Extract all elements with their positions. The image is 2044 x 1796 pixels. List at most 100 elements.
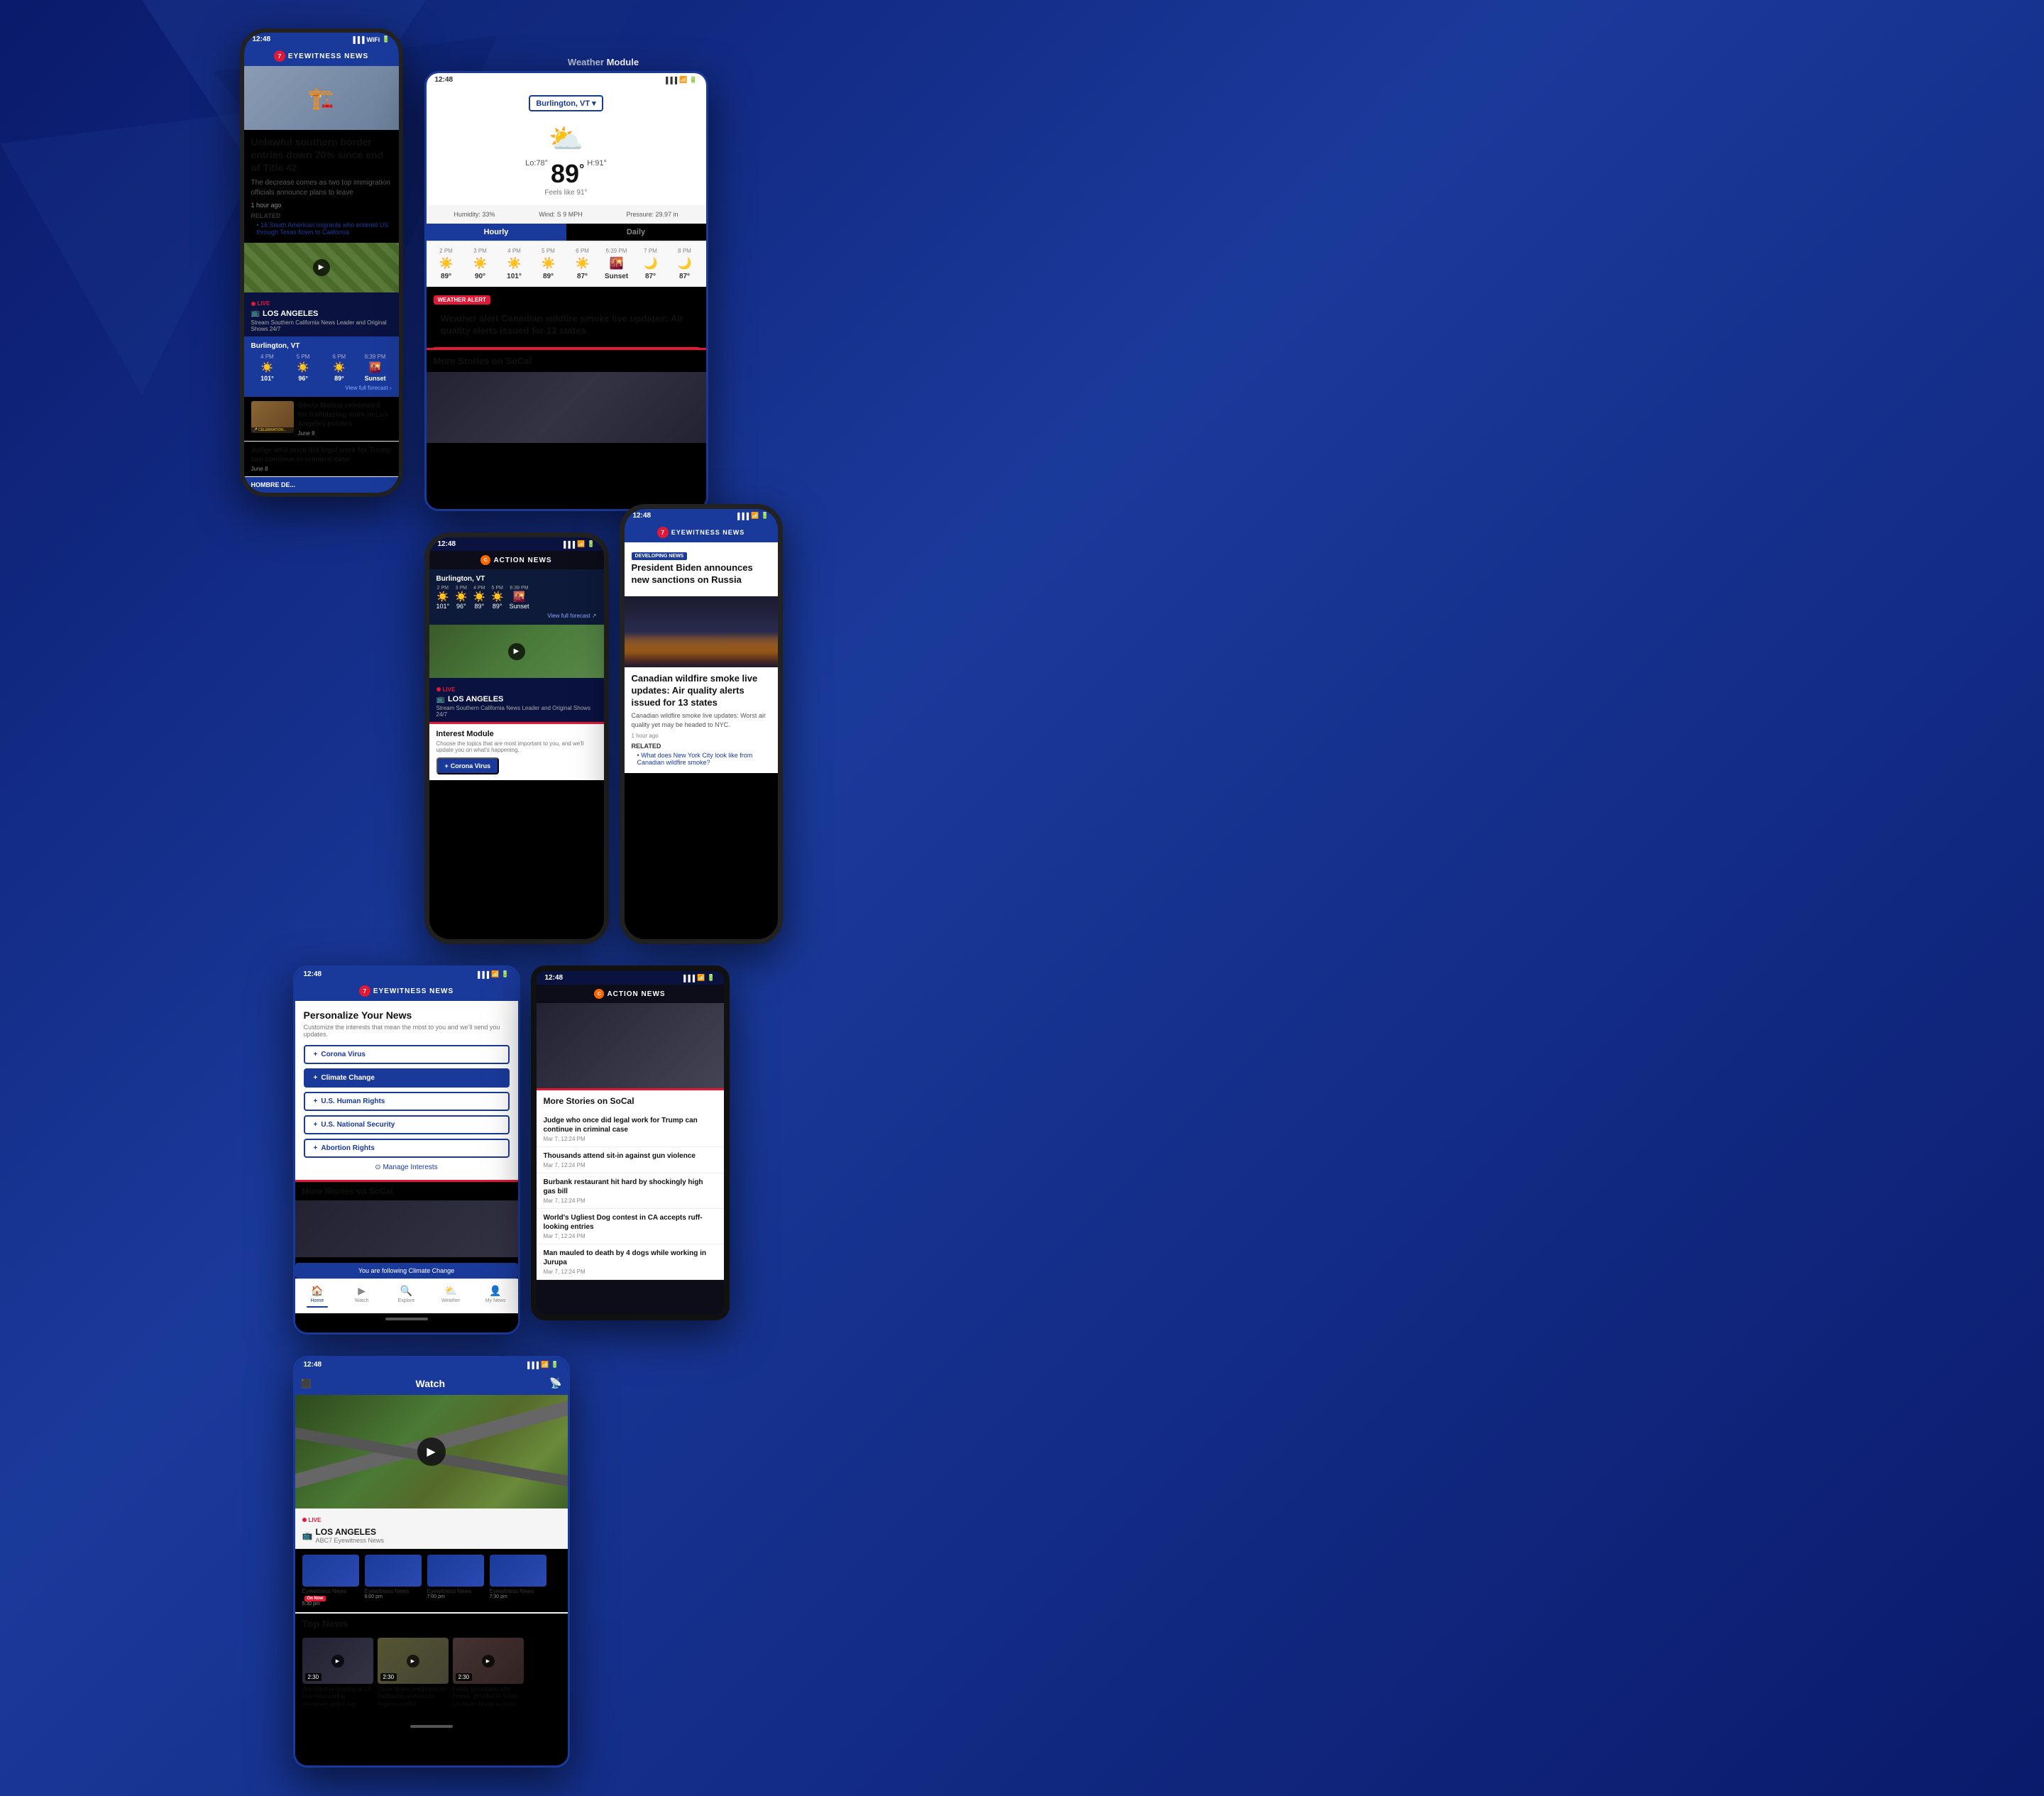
developing-logo: 7 EYEWITNESS NEWS — [657, 527, 745, 538]
la-live-section[interactable]: LIVE 📺 LOS ANGELES Stream Southern Calif… — [244, 292, 399, 336]
action-news-tablet: 12:48 ▐▐▐ 📶 🔋 C ACTION NEWS More Storie — [531, 965, 730, 1320]
personalize-desc: Customize the interests that mean the mo… — [304, 1024, 510, 1038]
play-btn-1[interactable]: ▶ — [331, 1655, 344, 1668]
view-forecast-link[interactable]: View full forecast › — [251, 385, 392, 391]
nav-home[interactable]: 🏠 Home — [295, 1283, 340, 1310]
hombre-banner[interactable]: HOMBRE DE... — [244, 477, 399, 493]
abortion-rights-btn[interactable]: + Abortion Rights — [304, 1139, 510, 1158]
weather-alert-section[interactable]: WEATHER ALERT Weather alert Canadian wil… — [427, 286, 706, 347]
national-security-btn[interactable]: + U.S. National Security — [304, 1115, 510, 1134]
weather-module-label: Weather Module — [424, 57, 783, 67]
action-story-3[interactable]: Burbank restaurant hit hard by shockingl… — [537, 1173, 724, 1209]
temp-row: Lo:78° 89° H:91° — [435, 159, 698, 189]
action-play-btn[interactable]: ▶ — [508, 643, 525, 660]
corona-btn-text: Corona Virus — [451, 762, 490, 770]
gloria-story-row[interactable]: 🎤 CELEBRATION... Gloria Molina celebrate… — [244, 397, 399, 442]
action-story-4[interactable]: World's Ugliest Dog contest in CA accept… — [537, 1209, 724, 1244]
more-stories-image[interactable] — [427, 372, 706, 443]
action-logo: C ACTION NEWS — [480, 555, 551, 565]
action-aerial-thumb[interactable]: ▶ — [429, 625, 604, 678]
big-temp: 89° — [551, 159, 584, 189]
action-tablet-icons: ▐▐▐ 📶 🔋 — [681, 974, 715, 982]
weather-hour-3: 6 PM ☀️ 89° — [323, 354, 356, 382]
gloria-date: June 8 — [298, 430, 392, 437]
action-tablet-header: C ACTION NEWS — [537, 985, 724, 1003]
action-status-icons: ▐▐▐ 📶 🔋 — [561, 540, 595, 548]
action-tablet-hero[interactable] — [537, 1003, 724, 1088]
top-news-2[interactable]: 2:30 ▶ Gloria Molina celebrated for trai… — [378, 1638, 449, 1708]
la-logo-icon: 📺 — [251, 310, 260, 317]
action-story-2-time: Mar 7, 12:24 PM — [544, 1162, 717, 1168]
action-tablet-badge: C — [594, 989, 604, 999]
main-layout: 12:48 ▐▐▐ WiFi 🔋 7 EYEWITNESS NEWS 🏗️ — [0, 0, 1022, 1796]
manage-interests-link[interactable]: ⊙ Manage Interests — [304, 1163, 510, 1171]
hourly-col-2: 3 PM ☀️ 90° — [466, 248, 495, 280]
corona-interest-btn[interactable]: + Corona Virus — [304, 1045, 510, 1064]
personalize-stories-img[interactable] — [295, 1200, 518, 1257]
action-story-3-time: Mar 7, 12:24 PM — [544, 1198, 717, 1204]
top-news-3[interactable]: 2:30 ▶ Family devastated after mother, g… — [453, 1638, 524, 1708]
location-select[interactable]: Burlington, VT ▾ — [529, 95, 603, 111]
nav-my-news[interactable]: 👤 My News — [473, 1283, 518, 1310]
channel-1[interactable]: Eyewitness News On Now 5:30 pm — [302, 1555, 359, 1606]
duration-1: 2:30 — [305, 1673, 322, 1681]
hourly-col-7: 7 PM 🌙 87° — [637, 248, 665, 280]
gloria-story-text: Gloria Molina celebrated for trailblazin… — [298, 401, 392, 437]
main-news-body[interactable]: Unlawful southern border entries down 70… — [244, 130, 399, 243]
wildfire-time: 1 hour ago — [632, 733, 771, 739]
watch-play-btn[interactable]: ▶ — [417, 1438, 446, 1466]
watch-main-video[interactable]: ▶ — [295, 1395, 568, 1508]
action-la-section[interactable]: LIVE 📺 LOS ANGELES Stream Southern Calif… — [429, 678, 604, 722]
top-news-1[interactable]: 2:30 ▶ One killed in shooting at LA Live… — [302, 1638, 373, 1708]
channel-2[interactable]: Eyewitness News 6:00 pm — [365, 1555, 422, 1606]
channel-thumb-4 — [490, 1555, 546, 1587]
action-story-2[interactable]: Thousands attend sit-in against gun viol… — [537, 1147, 724, 1173]
developing-phone: 12:48 ▐▐▐ 📶 🔋 7 EYEWITNESS NEWS DEVELOPI… — [620, 504, 783, 944]
eyewitness-logo: 7 EYEWITNESS NEWS — [274, 50, 368, 62]
wildfire-related-item[interactable]: What does New York City look like from C… — [637, 752, 771, 766]
interest-desc: Choose the topics that are most importan… — [436, 740, 597, 753]
play-button[interactable]: ▶ — [313, 259, 330, 276]
nav-explore[interactable]: 🔍 Explore — [384, 1283, 429, 1310]
watch-home-indicator — [295, 1721, 568, 1732]
nav-weather[interactable]: ⛅ Weather — [429, 1283, 473, 1310]
pressure: Pressure: 29.97 in — [627, 211, 678, 218]
wildfire-section[interactable]: Canadian wildfire smoke live updates: Ai… — [625, 667, 778, 773]
play-btn-2[interactable]: ▶ — [407, 1655, 419, 1668]
human-rights-btn[interactable]: + U.S. Human Rights — [304, 1092, 510, 1111]
road-thumbnail[interactable]: ▶ — [244, 243, 399, 292]
watch-la-row: 📺 LOS ANGELES ABC7 Eyewitness News — [302, 1527, 561, 1544]
action-story-3-title: Burbank restaurant hit hard by shockingl… — [544, 1178, 717, 1196]
climate-interest-btn[interactable]: + Climate Change — [304, 1068, 510, 1088]
action-forecast-link[interactable]: View full forecast ↗ — [436, 613, 597, 619]
gloria-thumbnail: 🎤 CELEBRATION... — [251, 401, 294, 433]
action-story-1[interactable]: Judge who once did legal work for Trump … — [537, 1112, 724, 1147]
judge-story-row[interactable]: Judge who once did legal work for Trump … — [244, 442, 399, 477]
wh-icon-2: ☀️ — [466, 256, 495, 270]
my-news-icon: 👤 — [489, 1285, 501, 1297]
nav-watch[interactable]: ▶ Watch — [339, 1283, 384, 1310]
developing-status-bar: 12:48 ▐▐▐ 📶 🔋 — [625, 509, 778, 522]
daily-tab[interactable]: Daily — [566, 224, 706, 241]
watch-status-icons: ▐▐▐ 📶 🔋 — [525, 1361, 559, 1369]
hi-temp: H:91° — [587, 159, 607, 168]
channel-4[interactable]: Eyewitness News 7:30 pm — [490, 1555, 546, 1606]
sunset-icon: 🌇 — [603, 256, 631, 270]
logo-text: EYEWITNESS NEWS — [288, 53, 368, 60]
hourly-tab[interactable]: Hourly — [427, 224, 566, 241]
play-btn-3[interactable]: ▶ — [482, 1655, 495, 1668]
personalize-more-stories: More Stories on SoCal — [295, 1180, 518, 1200]
action-tablet-time: 12:48 — [545, 974, 564, 982]
explore-icon: 🔍 — [400, 1285, 412, 1297]
action-logo-badge: C — [480, 555, 490, 565]
add-corona-btn[interactable]: + Corona Virus — [436, 757, 500, 774]
judge-date: June 8 — [251, 466, 392, 472]
sunset-icon: 🌇 — [359, 361, 392, 373]
duration-2: 2:30 — [380, 1673, 397, 1681]
weather-tabs: Hourly Daily — [427, 224, 706, 242]
developing-news-body[interactable]: DEVELOPING NEWS President Biden announce… — [625, 542, 778, 596]
related-item[interactable]: 16 South American migrants who entered U… — [257, 221, 392, 236]
watch-time: 12:48 — [304, 1361, 322, 1369]
channel-3[interactable]: Eyewitness News 7:00 pm — [427, 1555, 484, 1606]
action-story-5[interactable]: Man mauled to death by 4 dogs while work… — [537, 1244, 724, 1280]
